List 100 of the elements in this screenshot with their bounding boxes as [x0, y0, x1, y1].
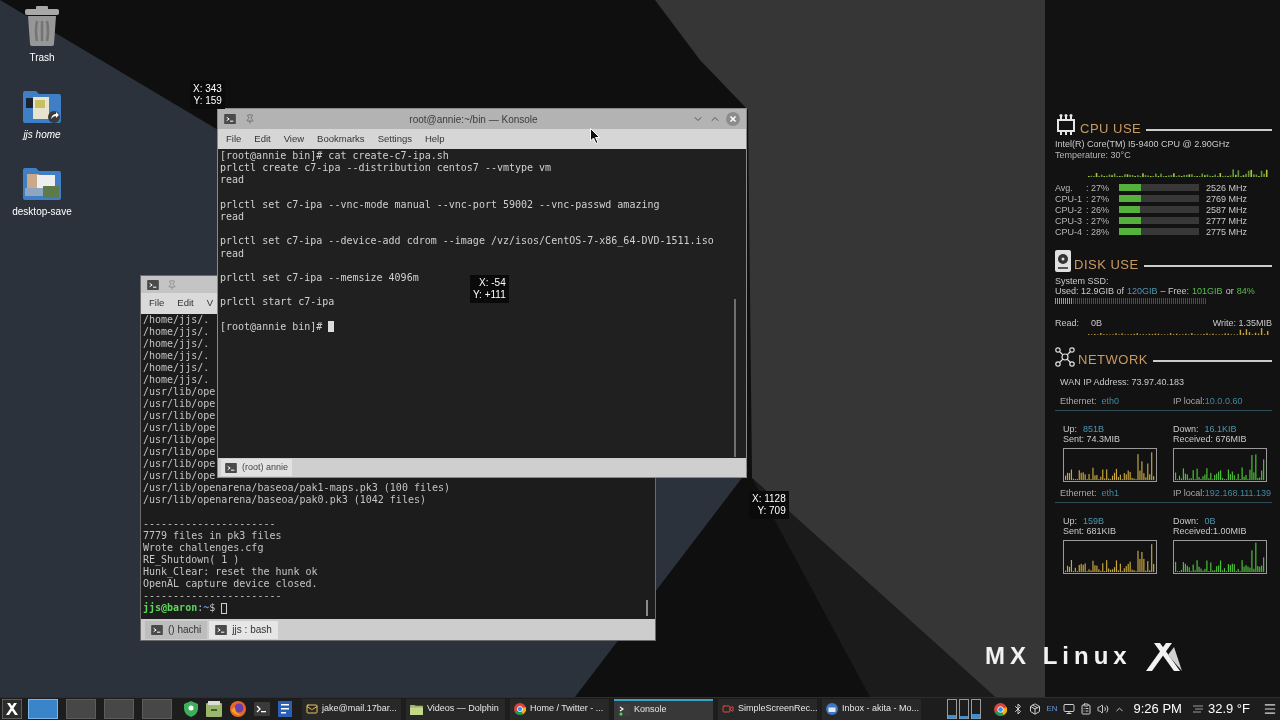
menu-item[interactable]: View: [279, 131, 309, 147]
menu-item[interactable]: Settings: [373, 131, 416, 147]
section-title: CPU USE: [1080, 122, 1142, 136]
document-icon[interactable]: [278, 701, 292, 717]
core-name: CPU-3: [1055, 215, 1083, 226]
core-usage: : 27%: [1086, 215, 1110, 226]
folder-shortcut-icon[interactable]: [23, 89, 61, 123]
taskbar-task[interactable]: SimpleScreenRec...: [718, 698, 817, 720]
monitor-icon[interactable]: [1062, 703, 1075, 715]
menu-item[interactable]: Edit: [250, 131, 275, 147]
disk-usage-text: 84%: [1236, 286, 1255, 296]
terminal-line: prlctl set c7-ipa --device-add cdrom --image /vz/isos/CentOS-7-x86_64-DVD-1511.iso: [220, 235, 714, 247]
ip-label: IP local:: [1173, 487, 1205, 498]
menu-item[interactable]: Bookmarks: [313, 131, 369, 147]
terminal-icon: [224, 114, 236, 124]
disk-name-text: System SSD:: [1055, 276, 1110, 286]
temperature-text: Temperature: 30°C: [1055, 150, 1132, 161]
close-button[interactable]: [726, 112, 740, 126]
upload-label: Up:: [1063, 516, 1077, 526]
section-title: NETWORK: [1078, 353, 1148, 367]
clock[interactable]: 9:26 PM: [1133, 699, 1182, 719]
workspace-thumbnail[interactable]: [104, 699, 134, 719]
terminal-tab[interactable]: jjs : bash: [209, 620, 278, 639]
coordinate-text: Y: 709: [757, 505, 786, 517]
upload-rate: 851B: [1083, 424, 1105, 434]
x-logo-icon: [1143, 641, 1184, 671]
sent-total: Sent: 681KIB: [1063, 526, 1118, 536]
menu-item[interactable]: File: [222, 131, 246, 147]
sent-total: Sent: 74.3MIB: [1063, 434, 1122, 444]
terminal-line: OpenAL capture device closed.: [143, 578, 318, 589]
interface-name: eth0: [1101, 395, 1120, 406]
terminal-line: /usr/lib/ope: [143, 458, 216, 469]
core-name: CPU-2: [1055, 204, 1083, 215]
browser-icon: [514, 703, 526, 715]
interface-label: Ethernet:: [1060, 487, 1097, 498]
terminal-line: read: [220, 174, 245, 186]
terminal-line: /home/jjs/.: [143, 326, 210, 337]
section-title: DISK USE: [1074, 258, 1139, 272]
taskbar-task[interactable]: Videos — Dolphin: [406, 698, 505, 720]
workspace-thumbnail[interactable]: [28, 699, 58, 719]
terminal-line: /home/jjs/.: [143, 314, 210, 325]
write-text: Write: 1.35MIB: [1212, 318, 1272, 328]
workspace-thumbnail[interactable]: [66, 699, 96, 719]
lines-icon[interactable]: [1192, 705, 1203, 713]
interface-label: Ethernet:: [1060, 395, 1097, 406]
clipboard-icon[interactable]: [1079, 703, 1092, 715]
terminal-icon: [147, 279, 159, 290]
menu-icon[interactable]: [1263, 702, 1277, 716]
core-usage: : 28%: [1086, 226, 1110, 237]
usage-meters-icon[interactable]: [947, 699, 982, 719]
core-frequency: 2769 MHz: [1206, 193, 1248, 204]
core-frequency: 2777 MHz: [1206, 215, 1248, 226]
menu-item[interactable]: Edit: [173, 296, 198, 311]
desktop-icon-label[interactable]: jjs home: [23, 129, 61, 141]
terminal-line: Hunk_Clear: reset the hunk ok: [143, 566, 318, 577]
terminal-line: ----------------------: [143, 518, 276, 529]
weather-reading[interactable]: 32.9 °F: [1207, 699, 1250, 719]
taskbar-task[interactable]: jake@mail.17bar...: [302, 698, 401, 720]
core-frequency: 2526 MHz: [1206, 182, 1248, 193]
terminal-icon: [215, 624, 228, 635]
coordinate-text: X: 1128: [752, 493, 786, 505]
video-camera-icon: [722, 703, 734, 715]
desktop-icon-label[interactable]: Trash: [29, 52, 55, 64]
menu-item[interactable]: File: [145, 296, 169, 311]
terminal-tab[interactable]: (root) annie: [221, 459, 293, 476]
terminal-line: [root@annie bin]# cat create-c7-ipa.sh: [220, 150, 449, 161]
coordinate-text: X: -54: [479, 277, 506, 289]
window-title: root@annie:~/bin — Konsole: [408, 112, 539, 127]
terminal-line: 7779 files in pk3 files: [143, 530, 282, 541]
shield-icon[interactable]: [184, 701, 198, 717]
globe-icon[interactable]: [230, 701, 246, 717]
coordinate-text: Y: +111: [473, 289, 506, 301]
start-menu-icon[interactable]: [2, 699, 22, 719]
logo-text: MX Linux: [985, 641, 1132, 671]
terminal-line: /usr/lib/ope: [143, 410, 216, 421]
file-cabinet-icon[interactable]: [206, 701, 222, 717]
terminal-icon: [151, 624, 163, 635]
keyboard-layout[interactable]: EN: [1046, 703, 1058, 715]
browser-icon[interactable]: [994, 702, 1008, 716]
core-name: CPU-1: [1055, 193, 1083, 204]
picture-folder-icon[interactable]: [23, 166, 61, 200]
core-name: CPU-4: [1055, 226, 1083, 237]
menu-item[interactable]: V: [202, 296, 218, 311]
taskbar-task[interactable]: Konsole: [614, 698, 713, 720]
taskbar-task[interactable]: Inbox - akita - Mo...: [822, 698, 921, 720]
desktop-icon-label[interactable]: desktop-save: [12, 206, 72, 218]
terminal-tab[interactable]: () hachi: [145, 620, 208, 639]
menu-item[interactable]: Help: [420, 131, 449, 147]
taskbar-task[interactable]: Home / Twitter - ...: [510, 698, 609, 720]
received-total: Received:1.00MIB: [1173, 526, 1248, 536]
volume-icon[interactable]: [1096, 703, 1109, 715]
trash-bin-icon[interactable]: [24, 6, 60, 46]
wan-address-text: WAN IP Address: 73.97.40.183: [1060, 376, 1185, 387]
terminal-icon: [225, 462, 237, 473]
download-label: Down:: [1173, 424, 1199, 434]
terminal-icon[interactable]: [254, 701, 270, 717]
scrollbar[interactable]: [646, 600, 648, 616]
scrollbar[interactable]: [734, 299, 736, 457]
package-icon[interactable]: [1029, 703, 1042, 715]
workspace-thumbnail[interactable]: [142, 699, 172, 719]
